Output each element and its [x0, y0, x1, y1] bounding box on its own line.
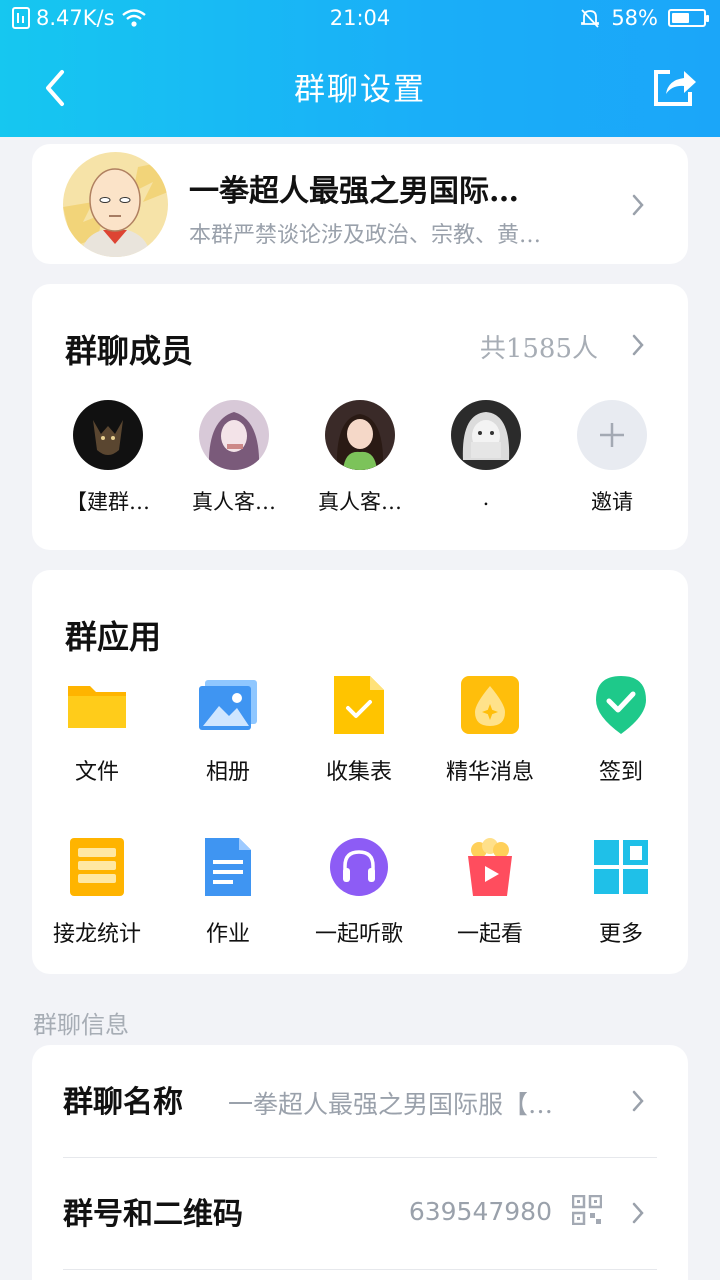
app-label: 一起听歌: [314, 922, 403, 947]
member-count[interactable]: 共1585人: [480, 328, 598, 365]
page-title: 群聊设置: [294, 72, 426, 108]
invite-button[interactable]: 邀请: [552, 400, 672, 516]
battery-percent: 58%: [611, 6, 658, 30]
app-watch-together[interactable]: 一起看: [425, 836, 555, 948]
divider: [63, 1269, 657, 1270]
app-label: 更多: [598, 922, 643, 947]
app-files[interactable]: 文件: [32, 674, 162, 786]
member-item[interactable]: 真人客…: [174, 400, 294, 516]
invite-label: 邀请: [591, 490, 633, 514]
avatar: [325, 400, 395, 470]
app-label: 相册: [205, 760, 250, 785]
member-name: 真人客…: [318, 490, 402, 514]
relay-icon: [70, 838, 124, 896]
avatar: [73, 400, 143, 470]
member-name: .: [482, 486, 490, 510]
app-label: 一起看: [456, 922, 523, 947]
plus-icon: [577, 400, 647, 470]
header-bar: 8.47K/s 21:04 58% 群聊设置: [0, 0, 720, 137]
more-grid-icon: [594, 840, 648, 894]
member-item[interactable]: 真人客…: [300, 400, 420, 516]
group-name-value: 一拳超人最强之男国际服【…: [228, 1090, 554, 1119]
qr-code-icon[interactable]: [572, 1195, 602, 1225]
status-bar: 8.47K/s 21:04 58%: [0, 0, 720, 38]
form-icon: [334, 676, 384, 734]
app-label: 文件: [74, 760, 119, 785]
group-apps-card: 群应用 文件 相册 收集表 精华消息 签到 接龙统计 作业 一起听歌 一起看 更…: [32, 570, 688, 974]
app-label: 签到: [598, 760, 643, 785]
group-profile-card[interactable]: 一拳超人最强之男国际… 本群严禁谈论涉及政治、宗教、黄…: [32, 144, 688, 264]
chevron-right-icon: [632, 1202, 644, 1224]
chevron-right-icon[interactable]: [628, 331, 648, 359]
group-name-row[interactable]: 群聊名称 一拳超人最强之男国际服【…: [32, 1045, 688, 1157]
app-listen-together[interactable]: 一起听歌: [294, 836, 424, 948]
section-label-info: 群聊信息: [33, 1011, 129, 1039]
share-icon[interactable]: [650, 64, 698, 110]
essence-icon: [461, 676, 519, 734]
app-form[interactable]: 收集表: [294, 674, 424, 786]
app-more[interactable]: 更多: [556, 836, 686, 948]
mute-bell-icon: [581, 9, 600, 28]
group-description: 本群严禁谈论涉及政治、宗教、黄…: [189, 223, 542, 248]
group-number-key: 群号和二维码: [63, 1197, 243, 1232]
chevron-right-icon: [632, 194, 644, 216]
avatar: [199, 400, 269, 470]
group-name-key: 群聊名称: [63, 1085, 183, 1120]
members-card: 群聊成员 共1585人 【建群… 真人客… 真人客… . 邀请: [32, 284, 688, 550]
battery-icon: [668, 9, 709, 27]
folder-icon: [68, 686, 126, 728]
app-label: 作业: [205, 922, 250, 947]
member-item[interactable]: .: [426, 400, 546, 510]
member-name: 真人客…: [192, 490, 276, 514]
app-label: 接龙统计: [52, 922, 141, 947]
apps-title: 群应用: [65, 618, 162, 656]
app-checkin[interactable]: 签到: [556, 674, 686, 786]
headphones-icon: [330, 838, 388, 896]
avatar: [451, 400, 521, 470]
popcorn-icon: [468, 838, 512, 896]
members-title: 群聊成员: [65, 332, 194, 370]
app-essence[interactable]: 精华消息: [425, 674, 555, 786]
group-number-value: 639547980: [408, 1197, 552, 1226]
app-label: 精华消息: [445, 760, 534, 785]
album-icon: [199, 680, 257, 730]
app-label: 收集表: [325, 760, 392, 785]
group-avatar: [63, 152, 168, 257]
group-info-card: 群聊名称 一拳超人最强之男国际服【… 群号和二维码 639547980: [32, 1045, 688, 1280]
app-relay[interactable]: 接龙统计: [32, 836, 162, 948]
homework-icon: [205, 838, 251, 896]
member-item[interactable]: 【建群…: [48, 400, 168, 516]
chevron-right-icon: [632, 1090, 644, 1112]
group-name: 一拳超人最强之男国际…: [189, 174, 519, 209]
group-number-row[interactable]: 群号和二维码 639547980: [32, 1157, 688, 1269]
app-homework[interactable]: 作业: [163, 836, 293, 948]
app-album[interactable]: 相册: [163, 674, 293, 786]
member-name: 【建群…: [66, 490, 150, 514]
checkin-icon: [596, 676, 646, 734]
